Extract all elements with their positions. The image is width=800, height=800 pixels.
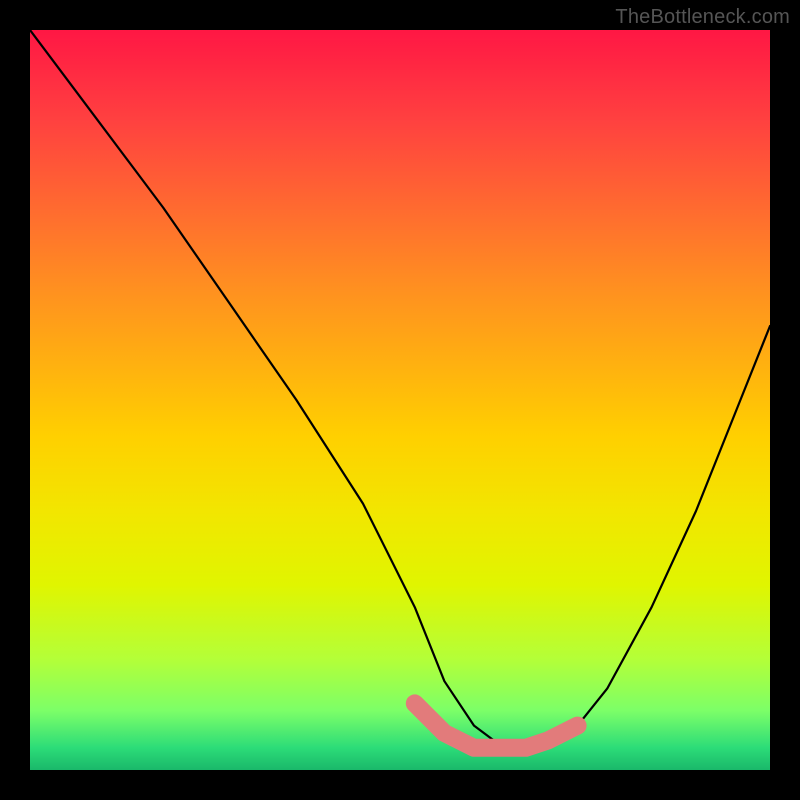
chart-svg [30, 30, 770, 770]
bottleneck-curve [30, 30, 770, 748]
watermark-text: TheBottleneck.com [615, 6, 790, 29]
trough-highlight [415, 703, 578, 747]
chart-frame: TheBottleneck.com [0, 0, 800, 800]
plot-area [30, 30, 770, 770]
